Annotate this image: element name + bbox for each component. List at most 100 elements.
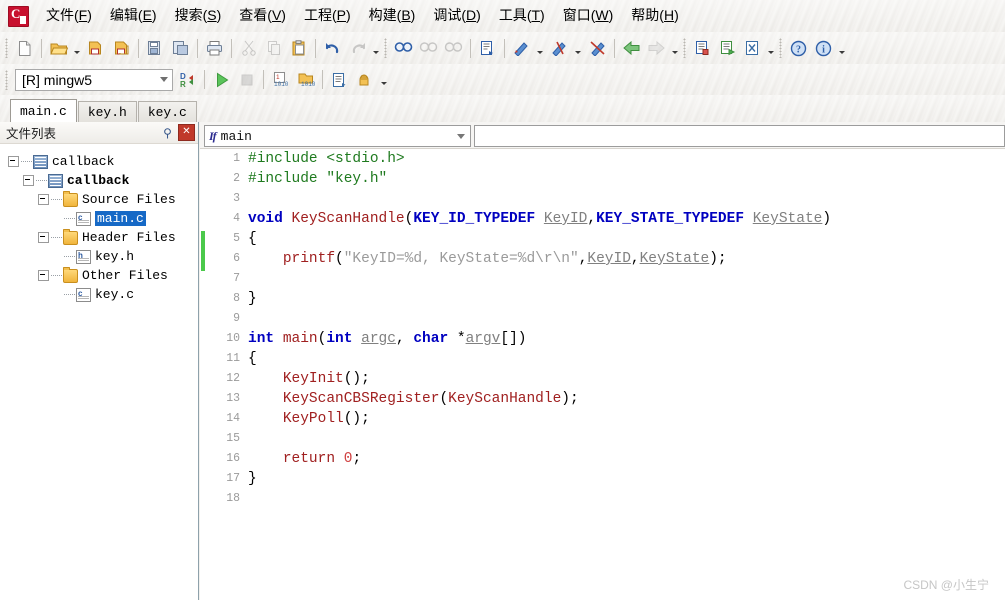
function-selector-value: main bbox=[220, 128, 252, 144]
tree-collapse-icon[interactable] bbox=[8, 156, 19, 167]
save-project-icon[interactable] bbox=[169, 37, 192, 60]
menu-item-1[interactable]: 编辑(E) bbox=[101, 5, 166, 26]
c-file-icon: c bbox=[76, 287, 91, 302]
tree-collapse-icon[interactable] bbox=[38, 194, 49, 205]
debug-continue-icon[interactable] bbox=[510, 37, 533, 60]
save-all-files-icon[interactable] bbox=[110, 37, 133, 60]
tree-connector bbox=[51, 199, 62, 200]
code-token-pun: ) bbox=[822, 211, 832, 227]
toolbar-grip[interactable] bbox=[5, 69, 8, 90]
replace-icon[interactable] bbox=[476, 37, 499, 60]
tree-item-0[interactable]: callback bbox=[8, 152, 198, 171]
paste-icon[interactable] bbox=[287, 37, 310, 60]
menu-item-5[interactable]: 构建(B) bbox=[360, 5, 425, 26]
line-number: 3 bbox=[233, 192, 240, 205]
cut-icon bbox=[237, 37, 260, 60]
menu-item-0[interactable]: 文件(F) bbox=[37, 5, 101, 26]
codeblocks-logo-icon bbox=[8, 5, 29, 27]
tree-item-6[interactable]: Other Files bbox=[8, 266, 198, 285]
new-file-icon[interactable] bbox=[13, 37, 36, 60]
tree-item-label: Header Files bbox=[82, 230, 176, 245]
menu-item-mnemonic: T bbox=[531, 7, 541, 24]
tree-item-7[interactable]: c key.c bbox=[8, 285, 198, 304]
debug-breakpoint-icon[interactable] bbox=[548, 37, 571, 60]
undo-icon[interactable] bbox=[321, 37, 344, 60]
toolbar-grip[interactable] bbox=[683, 38, 686, 58]
menu-item-6[interactable]: 调试(D) bbox=[424, 5, 489, 26]
tree-item-4[interactable]: Header Files bbox=[8, 228, 198, 247]
debug-run-target-icon[interactable]: DR bbox=[176, 68, 199, 91]
menu-item-3[interactable]: 查看(V) bbox=[230, 5, 295, 26]
tree-collapse-icon[interactable] bbox=[38, 232, 49, 243]
toolbar-grip[interactable] bbox=[779, 38, 782, 58]
info-dropdown-icon[interactable] bbox=[836, 37, 847, 60]
open-file-icon[interactable] bbox=[47, 37, 70, 60]
menu-item-2[interactable]: 搜索(S) bbox=[166, 5, 231, 26]
code-text[interactable]: #include <stdio.h> #include "key.h" void … bbox=[248, 149, 1005, 600]
toolbar-separator bbox=[504, 38, 505, 58]
menu-item-label: 窗口 bbox=[562, 7, 591, 24]
save-everything-icon[interactable] bbox=[144, 37, 167, 60]
file-type-letter: c bbox=[78, 288, 83, 298]
toolbar-grip[interactable] bbox=[384, 38, 387, 58]
help-icon[interactable]: ? bbox=[787, 37, 810, 60]
various-info-dropdown-icon[interactable] bbox=[377, 68, 390, 91]
toolbar-separator bbox=[315, 38, 316, 58]
code-surface[interactable]: 1 2 3 4 5 6 7 8 9 10 11 12 13 14 15 16 17 18 #include <st… bbox=[200, 149, 1005, 600]
goto-implementation-icon[interactable] bbox=[716, 37, 739, 60]
back-icon[interactable] bbox=[620, 37, 643, 60]
debugging-windows-icon[interactable] bbox=[328, 68, 351, 91]
code-line: void KeyScanHandle(KEY_ID_TYPEDEF KeyID,… bbox=[248, 209, 1005, 229]
forward-dropdown-icon[interactable] bbox=[669, 37, 680, 60]
scope-selector-combo[interactable] bbox=[474, 125, 1005, 147]
toolbar-grip[interactable] bbox=[5, 38, 8, 58]
editor-area: If main 1 2 3 4 5 6 7 8 9 10 11 12 13 14 15 16 17 18 #inc… bbox=[200, 122, 1005, 600]
step-out-icon[interactable]: 1010 bbox=[294, 68, 317, 91]
menu-item-label: 查看 bbox=[239, 7, 268, 24]
tree-item-2[interactable]: Source Files bbox=[8, 190, 198, 209]
code-token-var: KeyState bbox=[752, 211, 823, 227]
save-file-icon[interactable] bbox=[85, 37, 108, 60]
tree-collapse-icon[interactable] bbox=[23, 175, 34, 186]
close-document-icon[interactable] bbox=[741, 37, 764, 60]
menu-item-7[interactable]: 工具(T) bbox=[490, 5, 554, 26]
tree-item-1[interactable]: callback bbox=[8, 171, 198, 190]
close-document-dropdown-icon[interactable] bbox=[765, 37, 776, 60]
find-icon[interactable] bbox=[392, 37, 415, 60]
redo-dropdown-icon[interactable] bbox=[370, 37, 381, 60]
pin-icon[interactable]: ⚲ bbox=[160, 125, 175, 140]
menu-item-9[interactable]: 帮助(H) bbox=[622, 5, 687, 26]
debug-continue-dropdown-icon[interactable] bbox=[534, 37, 545, 60]
copy-icon bbox=[262, 37, 285, 60]
various-info-icon[interactable] bbox=[353, 68, 376, 91]
function-selector-combo[interactable]: If main bbox=[204, 125, 472, 147]
step-into-icon[interactable]: 1 1010 bbox=[269, 68, 292, 91]
debug-breakpoint-dropdown-icon[interactable] bbox=[572, 37, 583, 60]
file-tab-1[interactable]: key.h bbox=[77, 101, 137, 122]
tree-connector bbox=[36, 180, 47, 181]
build-target-combo[interactable]: [R] mingw5 bbox=[15, 68, 173, 91]
tree-connector bbox=[21, 161, 32, 162]
run-icon[interactable] bbox=[210, 68, 233, 91]
menu-item-mnemonic: H bbox=[663, 7, 675, 24]
menu-item-8[interactable]: 窗口(W) bbox=[554, 5, 623, 26]
menu-item-label: 工具 bbox=[498, 7, 527, 24]
find-next-icon bbox=[417, 37, 440, 60]
file-tab-0[interactable]: main.c bbox=[10, 99, 77, 122]
goto-declaration-icon[interactable] bbox=[691, 37, 714, 60]
code-line: KeyInit(); bbox=[248, 369, 1005, 389]
file-tab-2[interactable]: key.c bbox=[137, 101, 197, 122]
line-number: 13 bbox=[226, 392, 240, 405]
open-file-dropdown-icon[interactable] bbox=[71, 37, 82, 60]
code-token-str: "KeyID=%d, KeyState=%d\r\n" bbox=[343, 251, 579, 267]
tree-item-5[interactable]: h key.h bbox=[8, 247, 198, 266]
print-icon[interactable] bbox=[203, 37, 226, 60]
tree-item-3[interactable]: c main.c bbox=[8, 209, 198, 228]
debug-stop-icon[interactable] bbox=[586, 37, 609, 60]
file-list-panel: 文件列表 ⚲ ✕ callback callback Source Files c ma… bbox=[0, 122, 199, 600]
close-icon[interactable]: ✕ bbox=[178, 124, 195, 141]
tree-collapse-icon[interactable] bbox=[38, 270, 49, 281]
menu-item-4[interactable]: 工程(P) bbox=[295, 5, 360, 26]
info-icon[interactable]: i bbox=[812, 37, 835, 60]
